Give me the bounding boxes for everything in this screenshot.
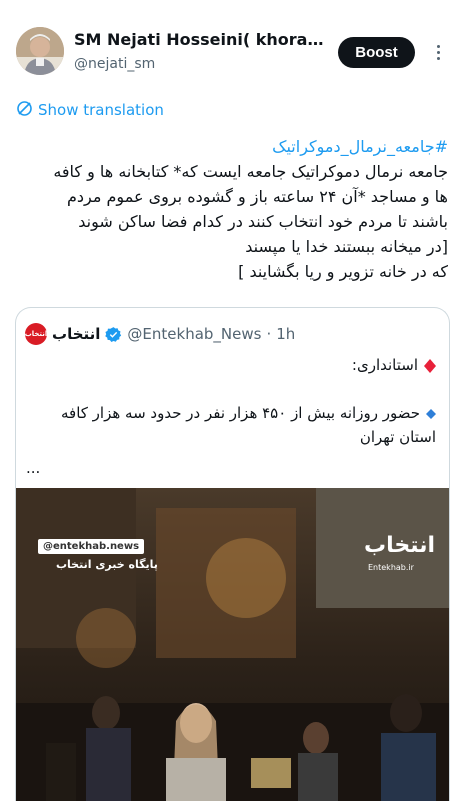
quoted-post-text: استانداری: حضور روزانه بیش از ۴۵۰ هزار ن… (26, 353, 436, 449)
body-line: جامعه نرمال دموکراتیک جامعه ایست که* کتا… (53, 162, 448, 181)
quoted-line-3: استان تهران (359, 428, 436, 446)
body-line: باشند تا مردم خود انتخاب کنند در کدام فض… (78, 212, 448, 231)
quoted-line-1-text: استانداری: (351, 356, 418, 374)
quoted-post-time[interactable]: 1h (276, 325, 295, 343)
quoted-blank-line (26, 377, 436, 401)
quoted-author-name[interactable]: انتخاب (52, 325, 100, 343)
quoted-line-2: حضور روزانه بیش از ۴۵۰ هزار نفر در حدود … (26, 401, 436, 425)
author-name[interactable]: SM Nejati Hosseini( khoras… (74, 30, 324, 49)
body-line: که در خانه تزویر و ریا بگشایند ] (238, 262, 448, 281)
hashtag-link[interactable]: #جامعه_نرمال_دموکراتیک (12, 134, 448, 159)
show-translation-label: Show translation (38, 101, 164, 119)
quoted-line-1: استانداری: (26, 353, 436, 377)
image-logo-url: Entekhab.ir (368, 563, 414, 572)
boost-button[interactable]: Boost (338, 37, 415, 68)
author-avatar[interactable] (16, 27, 64, 75)
translate-icon (16, 100, 33, 121)
image-logo: انتخاب (364, 533, 436, 558)
more-options-icon[interactable] (428, 40, 448, 64)
quoted-author-handle[interactable]: @Entekhab_News (127, 325, 261, 343)
quoted-ellipsis: ... (26, 459, 41, 477)
quoted-post[interactable]: انتخاب انتخاب @Entekhab_News · 1h استاند… (15, 307, 450, 801)
quoted-line-2-text: حضور روزانه بیش از ۴۵۰ هزار نفر در حدود … (60, 404, 420, 422)
quoted-post-header: انتخاب انتخاب @Entekhab_News · 1h (25, 323, 295, 345)
post-body: #جامعه_نرمال_دموکراتیک جامعه نرمال دموکر… (12, 134, 448, 284)
show-translation-link[interactable]: Show translation (16, 99, 164, 121)
post-header: SM Nejati Hosseini( khoras… @nejati_sm B… (0, 0, 463, 90)
body-line: [در میخانه ببستند خدا یا مپسند (245, 237, 448, 256)
blue-diamond-icon (426, 408, 436, 419)
quoted-author-avatar[interactable]: انتخاب (25, 323, 47, 345)
image-watermark-sub: پایگاه خبری انتخاب (56, 558, 158, 571)
author-handle[interactable]: @nejati_sm (74, 56, 155, 72)
image-watermark-handle: @entekhab.news (38, 539, 145, 554)
body-line: ها و مساجد *آن ۲۴ ساعته باز و گشوده بروی… (67, 187, 448, 206)
verified-badge-icon (105, 326, 122, 342)
separator-dot: · (266, 325, 272, 343)
red-diamond-icon (424, 358, 436, 373)
quoted-post-image[interactable]: @entekhab.news پایگاه خبری انتخاب انتخاب… (16, 488, 449, 801)
